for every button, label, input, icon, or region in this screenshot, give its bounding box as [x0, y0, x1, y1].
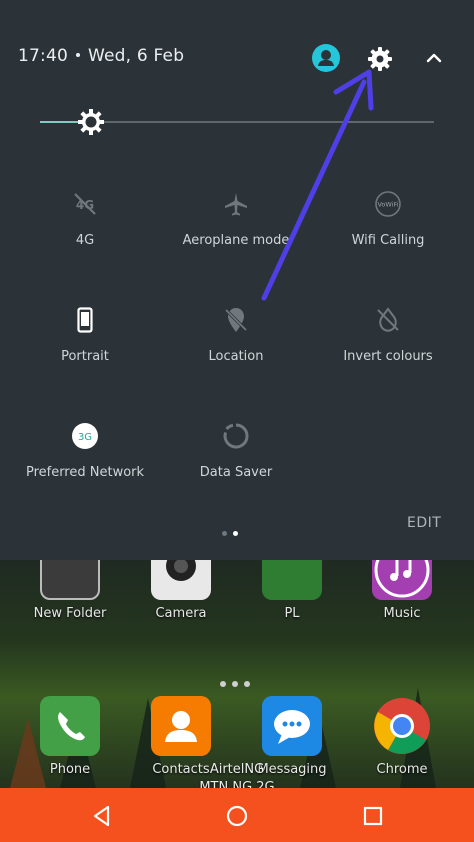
home-icon[interactable]: [225, 804, 249, 828]
qs-page-indicator: [222, 521, 244, 540]
status-row: 17:40 Wed, 6 Feb: [18, 46, 184, 66]
page-dot-active: [233, 531, 238, 536]
tile-aeroplane-mode[interactable]: Aeroplane mode: [161, 190, 311, 248]
tile-label: Portrait: [61, 349, 109, 364]
app-pl[interactable]: PL: [247, 560, 337, 621]
camera-icon: [151, 560, 211, 600]
invert-colours-icon: [377, 307, 399, 332]
back-icon[interactable]: [90, 804, 114, 828]
recents-icon[interactable]: [361, 804, 385, 828]
quick-settings-panel: 17:40 Wed, 6 Feb 4G Aeroplane mode VoWiF…: [0, 0, 474, 560]
app-camera[interactable]: Camera: [136, 560, 226, 621]
tile-invert-colours[interactable]: Invert colours: [313, 306, 463, 364]
date: Wed, 6 Feb: [88, 46, 185, 66]
tile-label: Wifi Calling: [351, 233, 425, 248]
edit-button[interactable]: EDIT: [407, 515, 441, 531]
tile-label: 4G: [75, 233, 95, 248]
tile-preferred-network[interactable]: 3G Preferred Network: [10, 422, 160, 480]
tile-badge: VoWiFi: [377, 201, 398, 209]
navigation-bar: [0, 788, 474, 842]
page-dot: [232, 681, 238, 687]
settings-gear-icon[interactable]: [366, 45, 394, 73]
brightness-thumb-icon[interactable]: [77, 108, 105, 136]
tile-label: Location: [208, 349, 264, 364]
location-off-icon: [224, 308, 248, 332]
carrier-label-2: MTN NG 2G: [199, 780, 275, 788]
music-icon: [372, 560, 432, 600]
app-label: Camera: [155, 606, 207, 621]
vowifi-icon: VoWiFi: [375, 191, 401, 217]
app-label: PL: [284, 606, 300, 621]
home-page-indicator: [220, 672, 256, 691]
airplane-icon: [225, 193, 247, 216]
page-dot: [220, 681, 226, 687]
tile-label: Preferred Network: [25, 465, 145, 480]
folder-icon: [40, 560, 100, 600]
messaging-icon: [262, 696, 322, 756]
app-label: Music: [383, 606, 421, 621]
page-dot: [244, 681, 250, 687]
app-new-folder[interactable]: New Folder: [25, 560, 115, 621]
data-saver-icon: [223, 423, 249, 449]
collapse-chevron-icon[interactable]: [423, 49, 445, 67]
tile-badge: 3G: [78, 432, 92, 443]
phone-icon: [40, 696, 100, 756]
carrier-label-1: AirtelNG: [209, 762, 265, 777]
mobile-data-off-icon: 4G: [74, 193, 96, 215]
separator-dot: [76, 53, 80, 57]
user-icon: [318, 50, 334, 66]
clock: 17:40: [18, 46, 68, 66]
app-music[interactable]: Music: [357, 560, 447, 621]
tile-location[interactable]: Location: [161, 306, 311, 364]
chrome-icon: [372, 696, 432, 756]
tile-label: Aeroplane mode: [182, 233, 290, 248]
brightness-slider[interactable]: [40, 108, 434, 136]
home-screen: New Folder Camera PL Music Phone Contact…: [0, 560, 474, 788]
app-label: New Folder: [33, 606, 107, 621]
tile-portrait[interactable]: Portrait: [10, 306, 160, 364]
contacts-icon: [151, 696, 211, 756]
tile-4g[interactable]: 4G 4G: [10, 190, 160, 248]
tile-label: Data Saver: [199, 465, 273, 480]
page-dot: [222, 531, 227, 536]
tile-data-saver[interactable]: Data Saver: [161, 422, 311, 480]
tile-wifi-calling[interactable]: VoWiFi Wifi Calling: [313, 190, 463, 248]
pl-icon: [262, 560, 322, 600]
user-avatar[interactable]: [312, 44, 340, 72]
portrait-phone-icon: [77, 307, 93, 333]
network-3g-icon: 3G: [72, 423, 98, 449]
tile-label: Invert colours: [343, 349, 433, 364]
